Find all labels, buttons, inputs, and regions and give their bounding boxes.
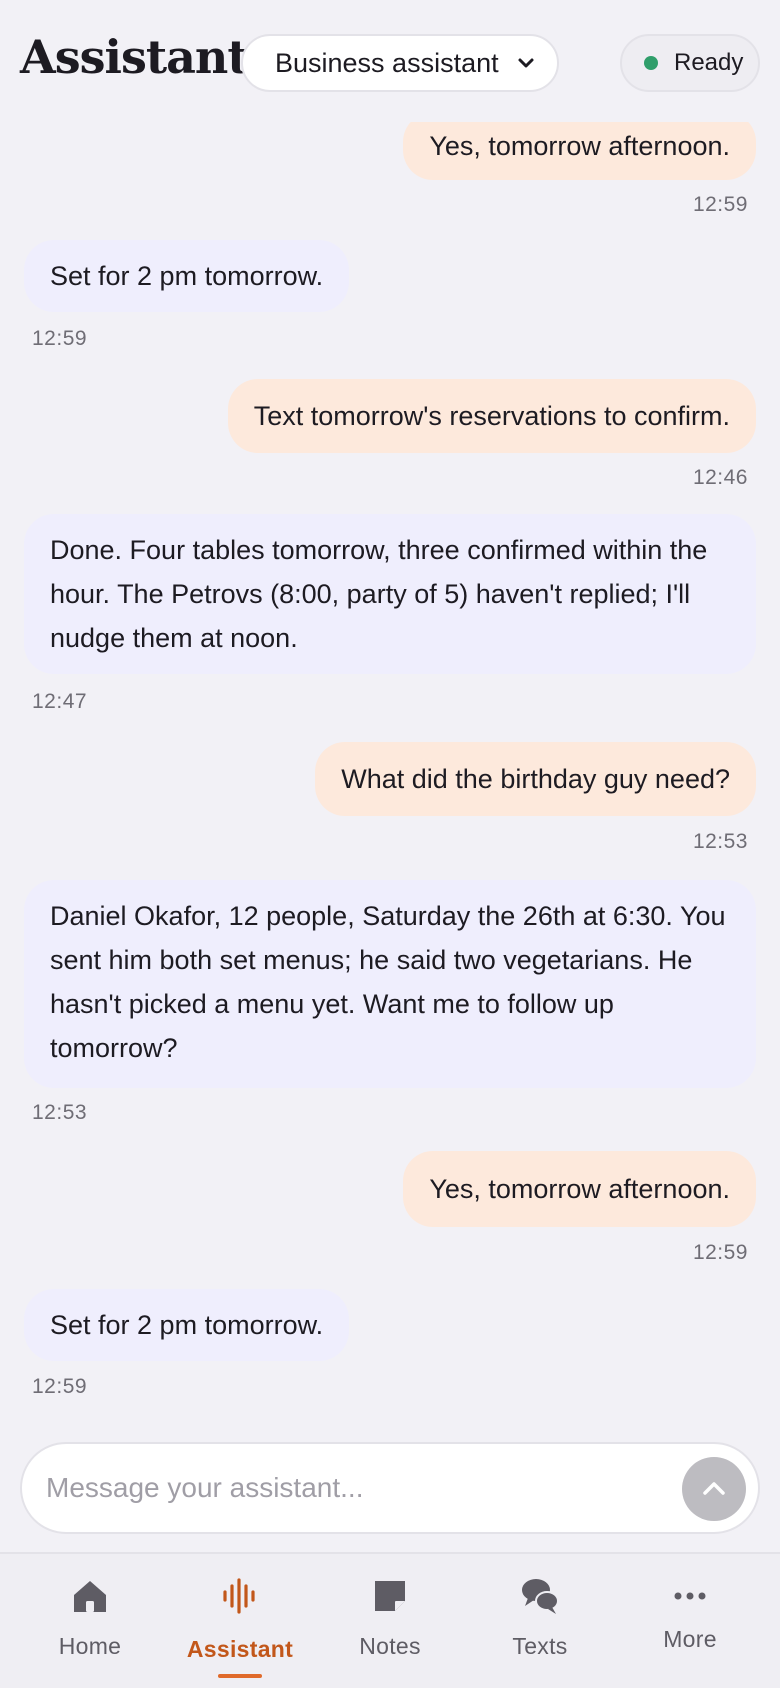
- message-timestamp: 12:46: [692, 466, 748, 489]
- message-composer: [20, 1442, 760, 1534]
- message-input[interactable]: [46, 1472, 758, 1504]
- message-bubble-user: Yes, tomorrow afternoon.: [403, 1151, 756, 1227]
- nav-item-notes[interactable]: Notes: [315, 1554, 465, 1688]
- waveform-icon: [223, 1578, 255, 1614]
- home-icon: [74, 1581, 106, 1612]
- message-text: Yes, tomorrow afternoon.: [429, 1174, 730, 1204]
- chevron-down-icon: [518, 58, 534, 68]
- note-icon: [375, 1581, 405, 1611]
- message-bubble-assistant: Daniel Okafor, 12 people, Saturday the 2…: [24, 880, 756, 1088]
- message-bubble-user: Text tomorrow's reservations to confirm.: [227, 379, 756, 453]
- message-text: Yes, tomorrow afternoon.: [429, 131, 730, 161]
- message-bubble-assistant: Done. Four tables tomorrow, three confir…: [24, 514, 756, 674]
- message-text: Text tomorrow's reservations to confirm.: [253, 401, 730, 431]
- mode-select-label: Business assistant: [275, 47, 499, 78]
- message-text: Done. Four tables tomorrow, three confir…: [50, 535, 708, 653]
- nav-label-more: More: [663, 1626, 717, 1652]
- nav-label-notes: Notes: [359, 1633, 421, 1659]
- message-timestamp: 12:59: [692, 193, 748, 216]
- chevron-up-icon: [703, 1482, 725, 1495]
- message-timestamp: 12:53: [32, 1101, 88, 1124]
- status-label: Ready: [674, 49, 744, 76]
- message-bubble-assistant: Set for 2 pm tomorrow.: [24, 1289, 350, 1361]
- nav-item-home[interactable]: Home: [15, 1554, 165, 1688]
- nav-item-texts[interactable]: Texts: [465, 1554, 615, 1688]
- nav-label-home: Home: [58, 1633, 122, 1659]
- status-badge: Ready: [620, 34, 760, 92]
- app-title: Assistant: [20, 30, 249, 84]
- message-timestamp: 12:59: [692, 1241, 748, 1264]
- conversation[interactable]: Yes, tomorrow afternoon. 12:59 Set for 2…: [0, 0, 780, 1430]
- assistant-mode-select[interactable]: Business assistant: [241, 34, 559, 92]
- nav-item-assistant[interactable]: Assistant: [165, 1554, 315, 1688]
- message-text: Set for 2 pm tomorrow.: [50, 261, 324, 291]
- message-text: What did the birthday guy need?: [341, 764, 730, 794]
- message-bubble-user: What did the birthday guy need?: [315, 742, 756, 816]
- status-dot-icon: [644, 56, 658, 70]
- message-bubble-assistant: Set for 2 pm tomorrow.: [24, 240, 350, 312]
- nav-label-assistant: Assistant: [186, 1636, 294, 1662]
- app-header: Assistant Business assistant Ready: [0, 0, 780, 122]
- send-button[interactable]: [682, 1457, 746, 1521]
- message-timestamp: 12:59: [32, 327, 88, 350]
- bottom-nav: Home Assistant Notes Texts More: [0, 1552, 780, 1688]
- message-text: Daniel Okafor, 12 people, Saturday the 2…: [50, 901, 726, 1063]
- chat-bubbles-icon: [522, 1579, 559, 1614]
- message-text: Set for 2 pm tomorrow.: [50, 1310, 324, 1340]
- more-dots-icon: [674, 1592, 706, 1600]
- message-timestamp: 12:47: [32, 690, 88, 713]
- message-bubble-user: Yes, tomorrow afternoon.: [403, 112, 756, 180]
- message-timestamp: 12:53: [692, 830, 748, 853]
- active-tab-indicator: [218, 1674, 262, 1678]
- nav-item-more[interactable]: More: [615, 1554, 765, 1688]
- nav-label-texts: Texts: [512, 1633, 568, 1659]
- message-timestamp: 12:59: [32, 1375, 88, 1398]
